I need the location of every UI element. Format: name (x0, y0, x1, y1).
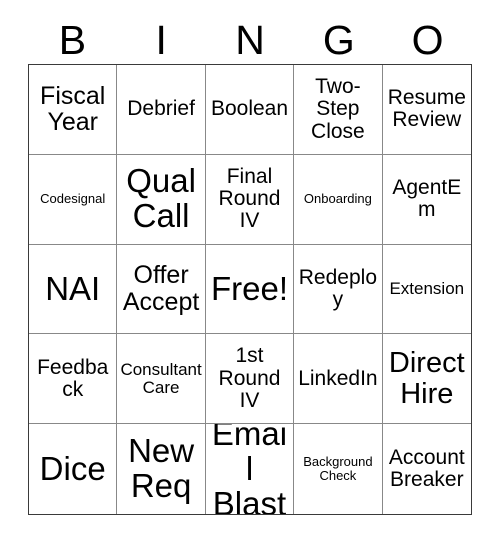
bingo-cell[interactable]: Fiscal Year (29, 65, 118, 155)
bingo-cell-label: Feedback (37, 355, 109, 401)
bingo-cell-label: Debrief (127, 97, 195, 121)
bingo-cell[interactable]: Offer Accept (117, 244, 206, 335)
bingo-cell[interactable]: Two-Step Close (294, 65, 383, 155)
bingo-cell-label: 1st Round IV (218, 344, 281, 412)
bingo-cell-label: Free! (210, 269, 288, 307)
bingo-cell-label: Codesignal (40, 191, 106, 207)
bingo-cell[interactable]: Codesignal (29, 154, 118, 245)
bingo-cell-label: Onboarding (303, 191, 372, 207)
bingo-grid: Fiscal Year Debrief Boolean Two-Step Close R… (28, 64, 472, 515)
bingo-cell-label: Direct Hire (388, 347, 465, 410)
bingo-cell-label: Resume Review (387, 86, 466, 132)
bingo-cell[interactable]: New Req (117, 424, 206, 514)
bingo-cell[interactable]: LinkedIn (294, 334, 383, 425)
bingo-cell[interactable]: Email Blast (205, 424, 295, 514)
bingo-header-letter-n: N (235, 16, 265, 63)
bingo-cell-label: Redeploy (298, 265, 377, 311)
bingo-cell[interactable]: Feedback (29, 334, 118, 425)
bingo-header-row: B I N G O (28, 16, 472, 64)
bingo-cell[interactable]: Final Round IV (205, 154, 295, 245)
bingo-card: B I N G O Fiscal Year Debrief Boolean Two-S… (0, 0, 500, 544)
bingo-cell[interactable]: Debrief (117, 65, 206, 155)
bingo-header-letter-g: G (322, 16, 355, 63)
bingo-cell[interactable]: Consultant Care (117, 334, 206, 425)
bingo-cell[interactable]: Dice (29, 424, 118, 514)
bingo-cell-label: Two-Step Close (311, 75, 365, 143)
bingo-header-letter-b: B (58, 16, 87, 63)
bingo-cell[interactable]: 1st Round IV (205, 334, 295, 425)
bingo-cell-label: Boolean (210, 97, 289, 121)
bingo-cell-label: Qual Call (126, 162, 196, 235)
bingo-cell-label: NAI (45, 269, 101, 307)
bingo-cell-label: Dice (39, 449, 106, 487)
bingo-cell[interactable]: Redeploy (294, 244, 383, 335)
bingo-cell-free[interactable]: Free! (205, 244, 295, 335)
bingo-cell-label: Email Blast (211, 424, 288, 514)
bingo-cell[interactable]: NAI (29, 244, 118, 335)
bingo-cell-label: Final Round IV (218, 164, 281, 233)
bingo-cell-label: AgentEm (392, 175, 462, 222)
bingo-header-letter-o: O (411, 16, 444, 63)
bingo-cell[interactable]: Resume Review (382, 65, 471, 155)
bingo-cell[interactable]: AgentEm (382, 154, 471, 245)
bingo-cell-label: Extension (389, 278, 465, 298)
bingo-cell-label: Fiscal Year (40, 81, 106, 137)
bingo-cell-label: Offer Accept (122, 261, 200, 316)
bingo-cell[interactable]: Direct Hire (382, 334, 471, 425)
bingo-cell[interactable]: Qual Call (117, 154, 206, 245)
bingo-cell-label: Background Check (303, 454, 373, 484)
bingo-cell-label: LinkedIn (298, 366, 378, 390)
bingo-cell[interactable]: Background Check (294, 424, 383, 514)
bingo-cell[interactable]: Onboarding (294, 154, 383, 245)
bingo-cell-label: Consultant Care (120, 359, 202, 397)
bingo-cell[interactable]: Extension (382, 244, 471, 335)
bingo-cell[interactable]: Account Breaker (382, 424, 471, 514)
bingo-cell-label: Account Breaker (388, 445, 465, 492)
bingo-cell-label: New Req (128, 432, 195, 505)
bingo-cell[interactable]: Boolean (205, 65, 295, 155)
bingo-header-letter-i: I (155, 16, 167, 63)
